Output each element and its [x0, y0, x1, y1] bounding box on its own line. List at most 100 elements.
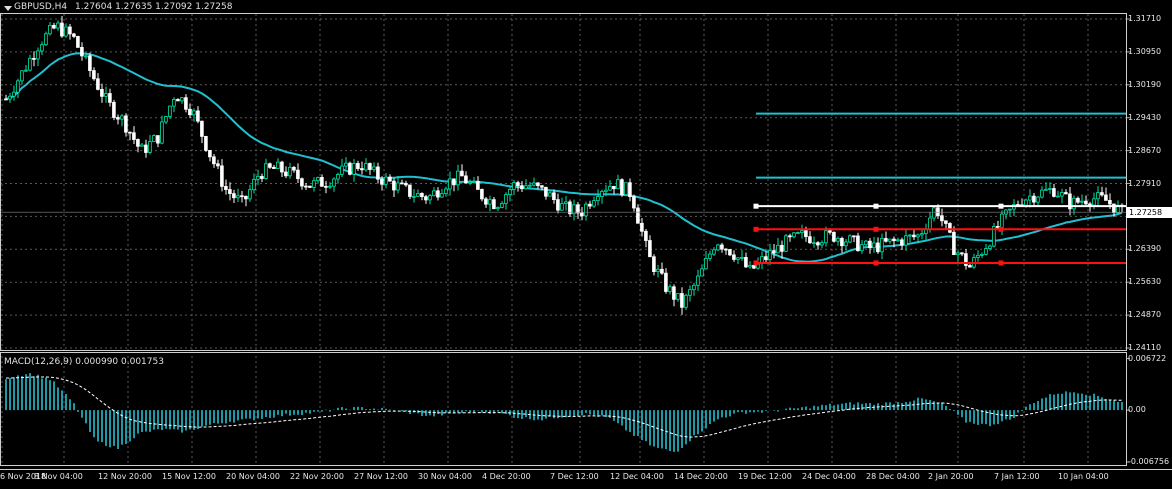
candle-body: [360, 168, 364, 171]
candle-body: [760, 256, 764, 263]
candle-body: [108, 93, 112, 103]
time-tick-label: 20 Nov 04:00: [226, 472, 280, 481]
candle-body: [436, 190, 440, 198]
candle-body: [104, 93, 108, 97]
candle-body: [828, 230, 832, 233]
symbol-label: GBPUSD,H4: [14, 2, 68, 12]
time-tick-label: 19 Dec 12:00: [738, 472, 792, 481]
candle-body: [768, 250, 772, 260]
candle-body: [752, 264, 756, 269]
candle-body: [888, 238, 892, 242]
candle-body: [132, 132, 136, 140]
candle-body: [228, 189, 232, 195]
candle-body: [620, 179, 624, 196]
candle-body: [692, 284, 696, 291]
candle-body: [408, 184, 412, 197]
time-tick-label: 12 Dec 04:00: [610, 472, 664, 481]
candle-body: [932, 207, 936, 219]
candle-body: [516, 182, 520, 187]
candle-body: [988, 245, 992, 250]
price-tick-label: 1.26390: [1128, 244, 1162, 254]
candle-body: [652, 256, 656, 272]
candle-body: [728, 249, 732, 256]
candle-body: [56, 22, 60, 29]
candle-body: [1108, 199, 1112, 205]
level-anchor-point: [998, 203, 1004, 209]
candle-body: [348, 162, 352, 175]
level-anchor-point: [753, 203, 759, 209]
candle-body: [340, 165, 344, 175]
candle-body: [372, 166, 376, 170]
candle-body: [812, 242, 816, 245]
candle-body: [332, 178, 336, 187]
trading-chart[interactable]: GBPUSD,H4 1.27604 1.27635 1.27092 1.2725…: [0, 0, 1172, 489]
candle-body: [460, 170, 464, 177]
candle-body: [472, 181, 476, 183]
candle-body: [664, 272, 668, 292]
symbol-dropdown-icon[interactable]: [4, 6, 12, 11]
candle-body: [716, 244, 720, 251]
chart-canvas[interactable]: [0, 0, 1172, 489]
candle-body: [88, 55, 92, 71]
time-tick-label: 2 Jan 20:00: [928, 472, 974, 481]
candle-body: [328, 185, 332, 188]
candle-body: [432, 190, 436, 197]
moving-average-line: [5, 52, 1123, 263]
candle-body: [256, 176, 260, 180]
candle-body: [832, 231, 836, 242]
price-tick-label: 1.28670: [1128, 145, 1162, 155]
candle-body: [776, 244, 780, 254]
candle-body: [1024, 199, 1028, 206]
candle-body: [532, 182, 536, 186]
candle-body: [144, 144, 148, 153]
candle-body: [164, 116, 168, 123]
candle-body: [384, 176, 388, 185]
candle-body: [724, 248, 728, 251]
candle-body: [288, 166, 292, 177]
candle-body: [820, 242, 824, 246]
candle-body: [1052, 188, 1056, 197]
candle-body: [160, 121, 164, 144]
candle-body: [892, 238, 896, 242]
candle-body: [860, 244, 864, 252]
candle-body: [336, 173, 340, 180]
candle-body: [416, 193, 420, 197]
candle-body: [908, 234, 912, 237]
candle-body: [644, 230, 648, 241]
candle-body: [880, 238, 884, 253]
candle-body: [1092, 198, 1096, 206]
candle-body: [1084, 200, 1088, 205]
candle-body: [264, 163, 268, 179]
candle-body: [32, 57, 36, 60]
candle-body: [268, 163, 272, 168]
candle-body: [780, 244, 784, 252]
level-anchor-point: [873, 226, 879, 232]
candle-body: [772, 250, 776, 254]
candle-body: [612, 185, 616, 190]
candle-body: [600, 191, 604, 197]
candle-body: [76, 36, 80, 48]
candle-body: [676, 293, 680, 300]
candle-body: [1036, 196, 1040, 203]
candle-body: [524, 185, 528, 190]
candle-body: [68, 26, 72, 35]
time-tick-label: 22 Nov 20:00: [290, 472, 344, 481]
level-anchor-point: [753, 226, 759, 232]
candle-body: [708, 253, 712, 259]
candle-body: [356, 163, 360, 169]
candle-body: [20, 70, 24, 82]
candle-body: [916, 234, 920, 238]
time-tick-label: 7 Dec 12:00: [550, 472, 599, 481]
candle-body: [244, 195, 248, 200]
candle-body: [128, 131, 132, 134]
candle-body: [696, 275, 700, 286]
candle-body: [948, 223, 952, 233]
candle-body: [980, 253, 984, 256]
candle-body: [628, 182, 632, 197]
candle-body: [136, 139, 140, 147]
candle-body: [684, 294, 688, 308]
candle-body: [28, 57, 32, 71]
candle-body: [224, 186, 228, 190]
candle-body: [316, 176, 320, 182]
level-anchor-point: [998, 260, 1004, 266]
